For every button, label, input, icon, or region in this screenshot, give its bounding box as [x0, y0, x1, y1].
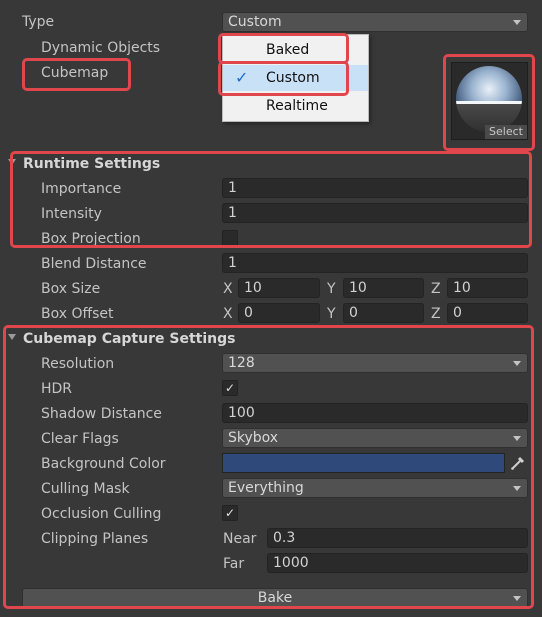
- box-offset-y-axis-label: Y: [327, 306, 336, 322]
- clear-flags-dropdown[interactable]: Skybox: [222, 428, 528, 448]
- type-label: Type: [22, 14, 55, 30]
- chevron-down-icon: [513, 20, 521, 25]
- culling-mask-dropdown-value: Everything: [228, 480, 304, 496]
- culling-mask-dropdown[interactable]: Everything: [222, 478, 528, 498]
- box-size-x-axis-label: X: [223, 281, 233, 297]
- chevron-down-icon: [513, 486, 521, 491]
- box-size-z-axis-label: Z: [431, 281, 441, 297]
- background-color-swatch[interactable]: [222, 453, 505, 473]
- box-size-y-field[interactable]: 10: [343, 278, 424, 298]
- eyedropper-icon[interactable]: [508, 453, 528, 473]
- far-field[interactable]: 1000: [267, 553, 528, 573]
- type-dropdown-menu: Baked ✓ Custom Realtime: [222, 34, 369, 122]
- box-offset-z-field[interactable]: 0: [447, 303, 528, 323]
- checkmark-icon: ✓: [235, 68, 249, 87]
- type-dropdown[interactable]: Custom: [222, 12, 528, 32]
- box-projection-checkbox[interactable]: [222, 230, 238, 246]
- near-label: Near: [223, 531, 257, 547]
- resolution-label: Resolution: [41, 356, 115, 372]
- chevron-down-icon: [513, 436, 521, 441]
- menu-item-custom-label: Custom: [266, 70, 320, 86]
- resolution-dropdown-value: 128: [228, 355, 255, 371]
- importance-label: Importance: [41, 181, 122, 197]
- intensity-field[interactable]: 1: [222, 203, 528, 223]
- resolution-dropdown[interactable]: 128: [222, 353, 528, 373]
- cubemap-thumbnail[interactable]: Select: [451, 62, 528, 140]
- blend-distance-label: Blend Distance: [41, 256, 147, 272]
- box-size-z-field[interactable]: 10: [447, 278, 528, 298]
- bake-button[interactable]: Bake: [22, 588, 528, 608]
- hdr-checkbox[interactable]: ✓: [222, 380, 238, 396]
- menu-item-custom[interactable]: ✓ Custom: [223, 65, 368, 91]
- clipping-planes-label: Clipping Planes: [41, 531, 149, 547]
- box-offset-z-axis-label: Z: [431, 306, 441, 322]
- box-offset-label: Box Offset: [41, 306, 114, 322]
- runtime-foldout-icon[interactable]: [8, 159, 16, 165]
- box-size-x-field[interactable]: 10: [238, 278, 320, 298]
- box-size-y-axis-label: Y: [327, 281, 336, 297]
- box-offset-x-field[interactable]: 0: [238, 303, 320, 323]
- clear-flags-dropdown-value: Skybox: [228, 430, 279, 446]
- background-color-label: Background Color: [41, 456, 166, 472]
- occlusion-culling-label: Occlusion Culling: [41, 506, 162, 522]
- chevron-down-icon: [513, 361, 521, 366]
- menu-item-realtime[interactable]: Realtime: [223, 93, 368, 119]
- capture-foldout-icon[interactable]: [8, 334, 16, 340]
- hdr-label: HDR: [41, 381, 73, 397]
- menu-item-baked[interactable]: Baked: [223, 37, 368, 63]
- near-field[interactable]: 0.3: [267, 528, 528, 548]
- blend-distance-field[interactable]: 1: [222, 253, 528, 273]
- importance-field[interactable]: 1: [222, 178, 528, 198]
- cubemap-label: Cubemap: [41, 65, 109, 81]
- box-projection-label: Box Projection: [41, 231, 141, 247]
- box-size-label: Box Size: [41, 281, 101, 297]
- occlusion-culling-checkbox[interactable]: ✓: [222, 505, 238, 521]
- runtime-settings-header[interactable]: Runtime Settings: [23, 155, 160, 173]
- chevron-down-icon: [513, 596, 521, 601]
- cubemap-select-button[interactable]: Select: [485, 125, 527, 139]
- box-offset-y-field[interactable]: 0: [343, 303, 424, 323]
- shadow-distance-label: Shadow Distance: [41, 406, 162, 422]
- type-dropdown-value: Custom: [228, 14, 282, 30]
- shadow-distance-field[interactable]: 100: [222, 403, 528, 423]
- box-offset-x-axis-label: X: [223, 306, 233, 322]
- culling-mask-label: Culling Mask: [41, 481, 130, 497]
- dynamic-objects-label: Dynamic Objects: [41, 40, 161, 56]
- far-label: Far: [223, 556, 245, 572]
- bake-button-label: Bake: [257, 590, 293, 606]
- capture-settings-header[interactable]: Cubemap Capture Settings: [23, 330, 235, 348]
- clear-flags-label: Clear Flags: [41, 431, 119, 447]
- intensity-label: Intensity: [41, 206, 102, 222]
